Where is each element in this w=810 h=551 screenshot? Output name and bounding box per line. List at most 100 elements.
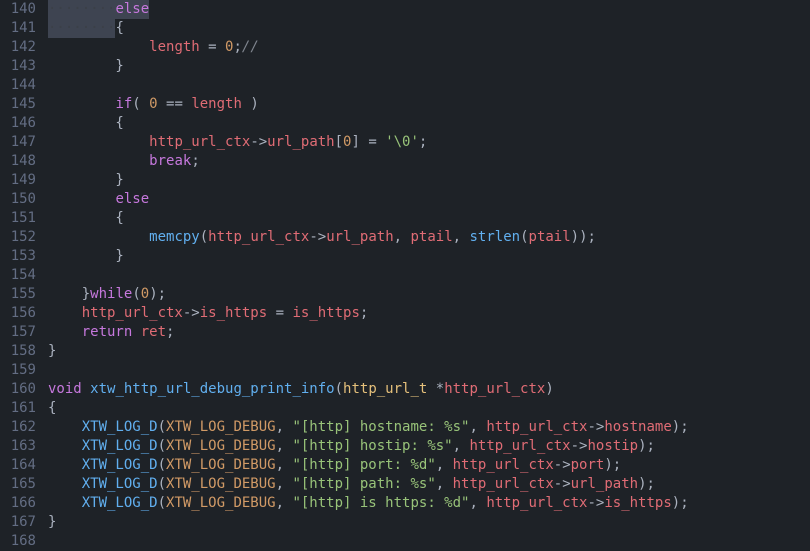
token-op: } — [48, 58, 124, 74]
token-const: XTW_LOG_DEBUG — [166, 476, 276, 492]
token-op: { — [48, 210, 124, 226]
token-op: * — [427, 381, 444, 397]
code-line[interactable]: if( 0 == length ) — [48, 95, 810, 114]
token-called: XTW_LOG_D — [82, 419, 158, 435]
token-const: XTW_LOG_DEBUG — [166, 495, 276, 511]
token-op — [48, 457, 82, 473]
line-number: 140 — [10, 0, 36, 19]
token-op: } — [48, 514, 56, 530]
token-op — [48, 324, 82, 340]
token-op: ); — [604, 457, 621, 473]
token-op: , — [276, 438, 293, 454]
token-op — [82, 381, 90, 397]
token-fn: xtw_http_url_debug_print_info — [90, 381, 334, 397]
line-number: 168 — [10, 532, 36, 551]
code-line[interactable] — [48, 361, 810, 380]
token-var: is_https — [200, 305, 267, 321]
token-str: "[http] path: %s" — [292, 476, 435, 492]
code-line[interactable]: ········{ — [48, 19, 810, 38]
code-line[interactable]: XTW_LOG_D(XTW_LOG_DEBUG, "[http] is http… — [48, 494, 810, 513]
code-line[interactable]: } — [48, 513, 810, 532]
token-op: )); — [571, 229, 596, 245]
code-line[interactable] — [48, 76, 810, 95]
code-line[interactable]: XTW_LOG_D(XTW_LOG_DEBUG, "[http] hostip:… — [48, 437, 810, 456]
token-op: } — [48, 248, 124, 264]
token-op: , — [469, 495, 486, 511]
token-var: url_path — [571, 476, 638, 492]
token-num: 0 — [141, 286, 149, 302]
code-line[interactable]: } — [48, 171, 810, 190]
token-var: http_url_ctx — [82, 305, 183, 321]
code-line[interactable]: length = 0;// — [48, 38, 810, 57]
line-number: 143 — [10, 57, 36, 76]
token-called: XTW_LOG_D — [82, 476, 158, 492]
token-const: XTW_LOG_DEBUG — [166, 438, 276, 454]
code-line[interactable]: break; — [48, 152, 810, 171]
token-op: , — [276, 495, 293, 511]
code-line[interactable]: void xtw_http_url_debug_print_info(http_… — [48, 380, 810, 399]
token-str: "[http] hostip: %s" — [292, 438, 452, 454]
token-var: port — [571, 457, 605, 473]
token-kw: if — [115, 96, 132, 112]
code-line[interactable]: memcpy(http_url_ctx->url_path, ptail, st… — [48, 228, 810, 247]
line-number: 153 — [10, 247, 36, 266]
token-op: ) — [242, 96, 259, 112]
line-number: 148 — [10, 152, 36, 171]
token-op: , — [394, 229, 411, 245]
token-op: -> — [250, 134, 267, 150]
token-op: ( — [200, 229, 208, 245]
token-num: 0 — [149, 96, 157, 112]
code-line[interactable]: } — [48, 57, 810, 76]
code-line[interactable]: { — [48, 114, 810, 133]
token-op: -> — [587, 495, 604, 511]
code-line[interactable]: { — [48, 399, 810, 418]
code-line[interactable]: http_url_ctx->url_path[0] = '\0'; — [48, 133, 810, 152]
line-number: 152 — [10, 228, 36, 247]
token-op: -> — [587, 419, 604, 435]
token-op: { — [115, 20, 123, 36]
line-number: 151 — [10, 209, 36, 228]
token-op: -> — [554, 457, 571, 473]
token-op: ); — [672, 419, 689, 435]
token-op: ( — [158, 419, 166, 435]
code-line[interactable]: return ret; — [48, 323, 810, 342]
code-line[interactable]: } — [48, 247, 810, 266]
token-op: , — [276, 457, 293, 473]
token-str: "[http] port: %d" — [292, 457, 435, 473]
token-sel: ········ — [48, 19, 115, 38]
code-editor[interactable]: 1401411421431441451461471481491501511521… — [0, 0, 810, 547]
code-line[interactable]: XTW_LOG_D(XTW_LOG_DEBUG, "[http] hostnam… — [48, 418, 810, 437]
code-line[interactable]: ········else — [48, 0, 810, 19]
code-line[interactable]: http_url_ctx->is_https = is_https; — [48, 304, 810, 323]
token-op — [48, 153, 149, 169]
code-line[interactable]: XTW_LOG_D(XTW_LOG_DEBUG, "[http] port: %… — [48, 456, 810, 475]
code-line[interactable] — [48, 532, 810, 547]
code-area[interactable]: ········else········{ length = 0;// } if… — [48, 0, 810, 547]
token-op: , — [276, 476, 293, 492]
code-line[interactable]: }while(0); — [48, 285, 810, 304]
token-var: hostip — [587, 438, 638, 454]
token-op: = — [200, 39, 225, 55]
code-line[interactable]: { — [48, 209, 810, 228]
code-line[interactable]: else — [48, 190, 810, 209]
token-op: ) — [545, 381, 553, 397]
token-var: url_path — [267, 134, 334, 150]
token-called: strlen — [470, 229, 521, 245]
code-line[interactable]: } — [48, 342, 810, 361]
line-number: 164 — [10, 456, 36, 475]
line-number-gutter: 1401411421431441451461471481491501511521… — [0, 0, 48, 547]
line-number: 154 — [10, 266, 36, 285]
code-line[interactable]: XTW_LOG_D(XTW_LOG_DEBUG, "[http] path: %… — [48, 475, 810, 494]
token-var: http_url_ctx — [486, 495, 587, 511]
line-number: 144 — [10, 76, 36, 95]
token-op: ); — [149, 286, 166, 302]
token-var: ptail — [410, 229, 452, 245]
token-op: } — [48, 286, 90, 302]
token-var: http_url_ctx — [208, 229, 309, 245]
token-called: XTW_LOG_D — [82, 457, 158, 473]
token-op: } — [48, 172, 124, 188]
token-op: , — [453, 229, 470, 245]
line-number: 145 — [10, 95, 36, 114]
code-line[interactable] — [48, 266, 810, 285]
token-op: ; — [191, 153, 199, 169]
